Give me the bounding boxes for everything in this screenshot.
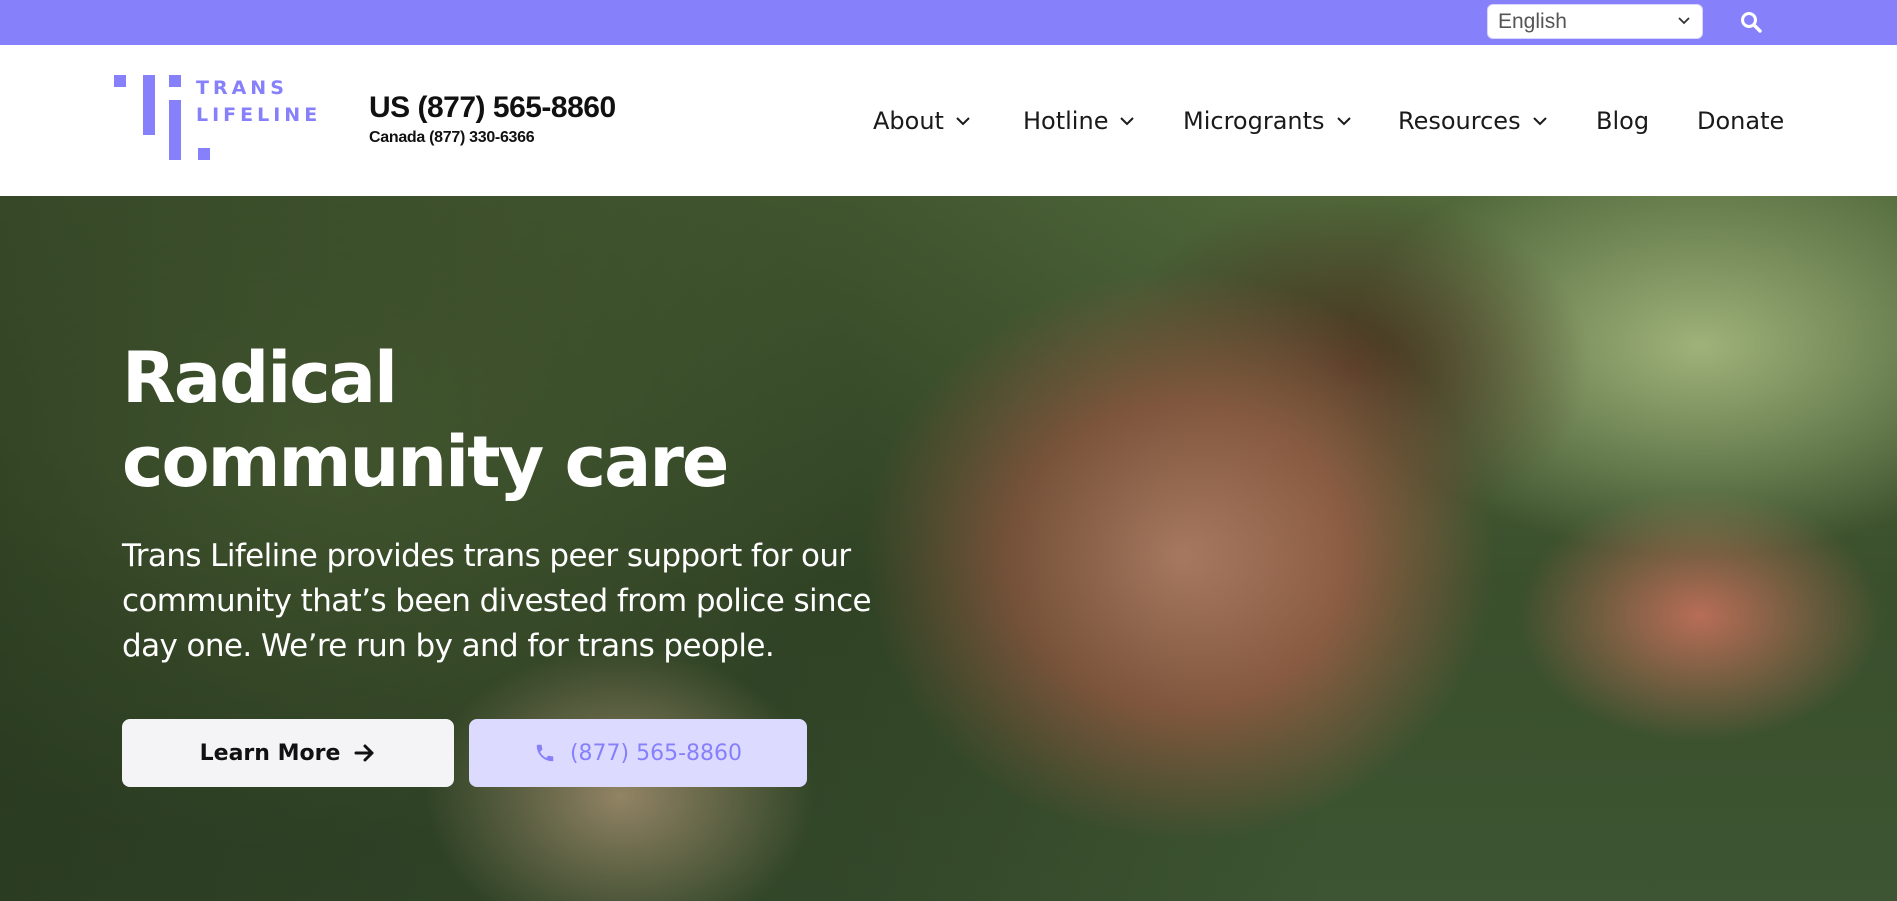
hero-title-line: Radical <box>122 337 398 419</box>
search-button[interactable] <box>1738 9 1764 35</box>
utility-bar: English <box>0 0 1897 45</box>
chevron-down-icon <box>1336 117 1351 126</box>
nav-item-blog[interactable]: Blog <box>1596 107 1649 135</box>
language-select[interactable]: English <box>1487 4 1703 39</box>
language-select-value: English <box>1498 9 1567 33</box>
hero-title-line: community care <box>122 421 729 503</box>
arrow-right-icon <box>354 744 374 762</box>
chevron-down-icon <box>1120 117 1135 126</box>
phone-icon <box>536 744 554 762</box>
call-hotline-label: (877) 565-8860 <box>569 740 743 766</box>
nav-item-label: Donate <box>1697 107 1785 135</box>
nav-item-label: Resources <box>1398 107 1521 135</box>
nav-item-microgrants[interactable]: Microgrants <box>1183 107 1351 135</box>
logo-line-trans: TRANS <box>196 77 288 99</box>
learn-more-button[interactable]: Learn More <box>122 719 454 787</box>
nav-item-label: Hotline <box>1023 107 1109 135</box>
nav-item-label: About <box>873 107 944 135</box>
learn-more-label: Learn More <box>199 740 341 766</box>
chevron-down-icon <box>956 117 970 126</box>
nav-item-label: Blog <box>1596 107 1650 135</box>
call-hotline-button[interactable]: (877) 565-8860 <box>469 719 807 787</box>
nav-item-about[interactable]: About <box>873 107 970 135</box>
chevron-down-icon <box>1532 117 1547 126</box>
nav-item-hotline[interactable]: Hotline <box>1023 107 1135 135</box>
hero-description: Trans Lifeline provides trans peer suppo… <box>122 538 872 664</box>
nav-item-label: Microgrants <box>1183 107 1325 135</box>
hero-title: Radical community care <box>122 336 822 504</box>
main-nav: About Hotline Microgrants Resources Blog… <box>0 107 1897 143</box>
hero-section: Radical community care Trans Lifeline pr… <box>0 196 1897 901</box>
site-header: TRANS LIFELINE US (877) 565-8860 Canada … <box>0 45 1897 196</box>
search-icon <box>1741 12 1762 33</box>
chevron-down-icon <box>1678 17 1690 25</box>
nav-item-donate[interactable]: Donate <box>1697 107 1784 135</box>
nav-item-resources[interactable]: Resources <box>1398 107 1547 135</box>
